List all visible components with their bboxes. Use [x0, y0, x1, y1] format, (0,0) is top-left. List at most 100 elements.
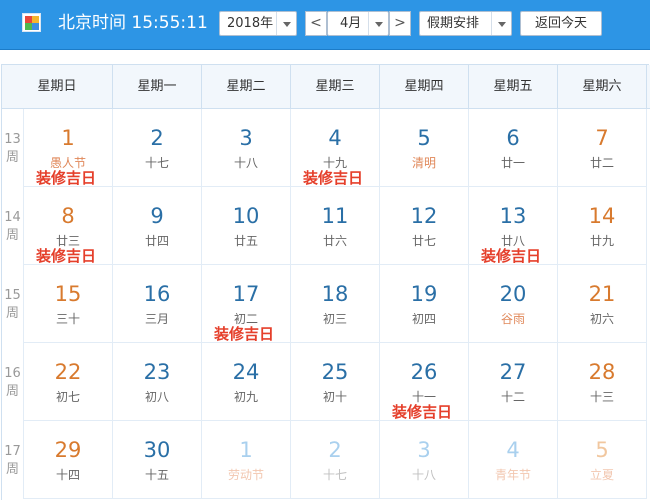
lunar-date-label: 十七: [322, 468, 347, 482]
year-dropdown-arrow-icon[interactable]: [276, 12, 296, 35]
day-cell[interactable]: 12 廿七: [380, 187, 469, 265]
top-bar: 北京时间 15:55:11 2018年 < 4月 > 假期安排 返回今天: [0, 0, 650, 50]
lunar-date-label: 初七: [55, 390, 80, 404]
week-number-label: 16周: [2, 343, 24, 421]
lunar-date-label: 廿七: [411, 234, 436, 248]
day-cell[interactable]: 21 初六: [558, 265, 647, 343]
holiday-select[interactable]: 假期安排: [419, 11, 512, 36]
lunar-date-label: 初六: [589, 312, 614, 326]
day-number: 20: [499, 282, 527, 306]
day-cell[interactable]: 24 初九: [202, 343, 291, 421]
day-cell[interactable]: 22 初七: [24, 343, 113, 421]
lucky-day-label: 装修吉日: [303, 169, 364, 187]
holiday-select-value: 假期安排: [427, 16, 480, 31]
day-number: 27: [499, 360, 527, 384]
day-cell[interactable]: 16 三月: [113, 265, 202, 343]
day-number: 24: [232, 360, 260, 384]
day-cell[interactable]: 9 廿四: [113, 187, 202, 265]
lunar-date-label: 愚人节: [49, 156, 86, 170]
day-cell[interactable]: 6 廿一: [469, 109, 558, 187]
day-cell[interactable]: 11 廿六: [291, 187, 380, 265]
day-cell[interactable]: 5 立夏: [558, 421, 647, 499]
lunar-date-label: 廿八: [500, 234, 525, 248]
weekday-header-4: 星期四: [380, 65, 469, 109]
day-cell[interactable]: 23 初八: [113, 343, 202, 421]
weekday-header-1: 星期一: [113, 65, 202, 109]
day-cell[interactable]: 20 谷雨: [469, 265, 558, 343]
lunar-date-label: 十五: [144, 468, 169, 482]
lunar-date-label: 清明: [411, 156, 436, 170]
day-number: 7: [595, 126, 609, 150]
day-number: 5: [417, 126, 431, 150]
day-cell[interactable]: 7 廿二: [558, 109, 647, 187]
year-select-value: 2018年: [227, 16, 274, 31]
lunar-date-label: 十一: [411, 390, 436, 404]
lunar-date-label: 十八: [411, 468, 436, 482]
lucky-day-label: 装修吉日: [36, 247, 97, 265]
day-cell[interactable]: 27 十二: [469, 343, 558, 421]
weekday-header-row: 星期日 星期一 星期二 星期三 星期四 星期五 星期六: [2, 65, 650, 109]
day-cell[interactable]: 2 十七: [291, 421, 380, 499]
day-number: 4: [328, 126, 342, 150]
day-cell[interactable]: 19 初四: [380, 265, 469, 343]
day-cell[interactable]: 14 廿九: [558, 187, 647, 265]
day-cell[interactable]: 1 劳动节: [202, 421, 291, 499]
weekday-header-5: 星期五: [469, 65, 558, 109]
day-number: 1: [239, 438, 253, 462]
day-cell[interactable]: 18 初三: [291, 265, 380, 343]
day-cell[interactable]: 2 十七: [113, 109, 202, 187]
lunar-date-label: 青年节: [494, 468, 531, 482]
day-number: 9: [150, 204, 164, 228]
lunar-date-label: 十九: [322, 156, 347, 170]
prev-month-button[interactable]: <: [305, 11, 327, 36]
day-number: 29: [54, 438, 82, 462]
day-number: 11: [321, 204, 349, 228]
day-cell[interactable]: 25 初十: [291, 343, 380, 421]
next-month-button[interactable]: >: [389, 11, 411, 36]
day-number: 10: [232, 204, 260, 228]
day-number: 25: [321, 360, 349, 384]
weekday-header-3: 星期三: [291, 65, 380, 109]
weekday-header-6: 星期六: [558, 65, 647, 109]
day-number: 4: [506, 438, 520, 462]
return-today-button[interactable]: 返回今天: [520, 11, 602, 36]
day-number: 23: [143, 360, 171, 384]
day-number: 21: [588, 282, 616, 306]
lunar-date-label: 三月: [144, 312, 169, 326]
day-cell[interactable]: 15 三十: [24, 265, 113, 343]
day-cell[interactable]: 4 青年节: [469, 421, 558, 499]
lunar-date-label: 廿六: [322, 234, 347, 248]
lunar-date-label: 初九: [233, 390, 258, 404]
lunar-date-label: 谷雨: [500, 312, 525, 326]
day-number: 2: [150, 126, 164, 150]
calendar-grid: 星期日 星期一 星期二 星期三 星期四 星期五 星期六 13周 1 愚人节装修吉日 2 十七 3 十八 4…: [1, 64, 650, 500]
month-select[interactable]: 4月: [327, 11, 389, 36]
day-number: 17: [232, 282, 260, 306]
day-number: 12: [410, 204, 438, 228]
lunar-date-label: 立夏: [589, 468, 614, 482]
year-select[interactable]: 2018年: [219, 11, 297, 36]
day-number: 3: [417, 438, 431, 462]
week-number-label: 15周: [2, 265, 24, 343]
day-number: 2: [328, 438, 342, 462]
holiday-dropdown-arrow-icon[interactable]: [491, 12, 511, 35]
week-number-label: 13周: [2, 109, 24, 187]
lunar-date-label: 初二: [233, 312, 258, 326]
day-number: 5: [595, 438, 609, 462]
day-cell[interactable]: 28 十三: [558, 343, 647, 421]
day-cell[interactable]: 5 清明: [380, 109, 469, 187]
day-number: 6: [506, 126, 520, 150]
day-cell[interactable]: 3 十八: [202, 109, 291, 187]
day-cell[interactable]: 3 十八: [380, 421, 469, 499]
day-cell[interactable]: 30 十五: [113, 421, 202, 499]
day-cell[interactable]: 29 十四: [24, 421, 113, 499]
lucky-day-label: 装修吉日: [481, 247, 542, 265]
month-dropdown-arrow-icon[interactable]: [368, 12, 388, 35]
day-number: 1: [61, 126, 75, 150]
day-cell[interactable]: 10 廿五: [202, 187, 291, 265]
day-number: 30: [143, 438, 171, 462]
month-select-value: 4月: [340, 16, 362, 31]
calendar-logo-icon: [22, 13, 41, 32]
week-number-label: 14周: [2, 187, 24, 265]
lunar-date-label: 十三: [589, 390, 614, 404]
